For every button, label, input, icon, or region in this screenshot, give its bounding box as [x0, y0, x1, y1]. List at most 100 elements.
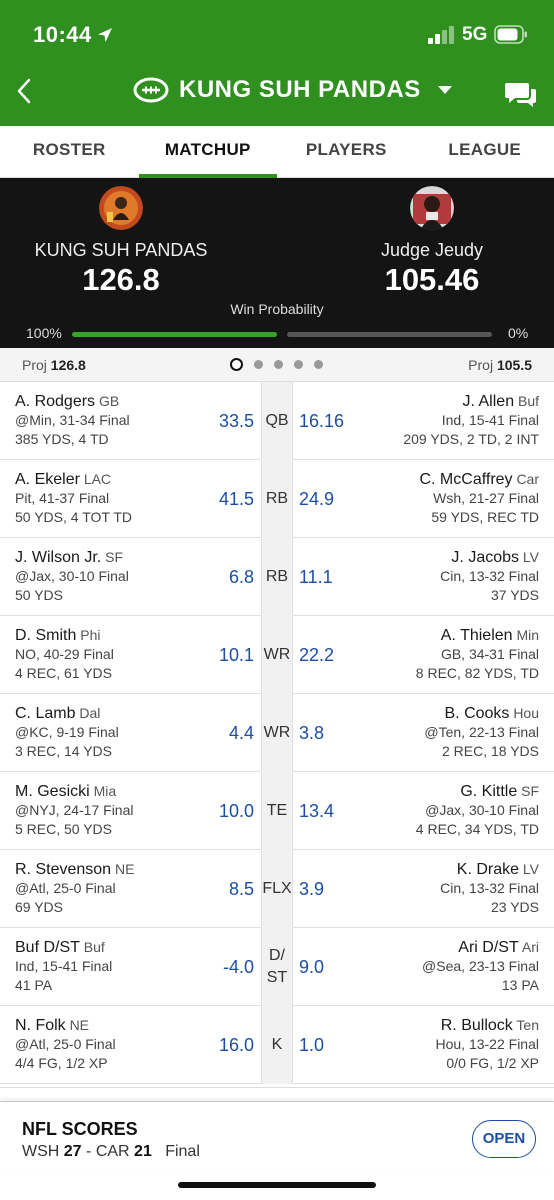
lineup-row: A. Ekeler LAC Pit, 41-37 Final 50 YDS, 4… [0, 460, 554, 538]
player-name: Buf D/ST [15, 939, 80, 956]
home-player[interactable]: A. Rodgers GB @Min, 31-34 Final 385 YDS,… [15, 392, 130, 449]
away-player-points: 24.9 [299, 489, 335, 509]
away-player[interactable]: J. Allen Buf Ind, 15-41 Final 209 YDS, 2… [403, 392, 539, 449]
away-team-name: Judge Jeudy [380, 240, 484, 260]
home-projection: Proj 126.8 [22, 357, 86, 373]
page-dot[interactable] [230, 358, 243, 371]
player-name: D. Smith [15, 627, 77, 644]
away-team-abbr: WSH [22, 1143, 60, 1160]
home-player[interactable]: M. Gesicki Mia @NYJ, 24-17 Final 5 REC, … [15, 782, 133, 839]
football-icon [133, 77, 169, 103]
away-player[interactable]: G. Kittle SF @Jax, 30-10 Final 4 REC, 34… [416, 782, 539, 839]
tab-league[interactable]: LEAGUE [416, 126, 554, 177]
tab-roster[interactable]: ROSTER [0, 126, 139, 177]
slot-position: QB [261, 382, 293, 460]
player-stats: 23 YDS [491, 899, 539, 915]
slot-position: FLX [261, 850, 293, 928]
away-player-points: 13.4 [299, 801, 335, 821]
player-game: Cin, 13-32 Final [440, 568, 539, 584]
player-team: Dal [79, 705, 101, 721]
player-name: K. Drake [456, 861, 520, 878]
slot-position: K [261, 1006, 293, 1084]
page-dot[interactable] [254, 360, 263, 369]
away-player-points: 3.9 [299, 879, 325, 899]
home-player-points: 8.5 [228, 879, 254, 899]
back-chevron-icon[interactable] [14, 76, 36, 106]
away-player-points: 11.1 [299, 567, 333, 587]
away-projection-value: 105.5 [496, 357, 532, 373]
player-stats: 13 PA [501, 977, 539, 993]
player-game: Hou, 13-22 Final [435, 1036, 539, 1052]
player-game: @Atl, 25-0 Final [15, 1036, 116, 1052]
home-win-percent: 100% [26, 325, 62, 341]
chat-bubble-icon[interactable] [505, 80, 537, 108]
battery-icon [494, 25, 527, 44]
home-player[interactable]: D. Smith Phi NO, 40-29 Final 4 REC, 61 Y… [15, 626, 114, 683]
home-player-points: -4.0 [222, 957, 254, 977]
location-arrow-icon [98, 28, 112, 42]
away-player[interactable]: C. McCaffrey Car Wsh, 21-27 Final 59 YDS… [419, 470, 539, 527]
player-stats: 3 REC, 14 YDS [15, 743, 113, 759]
player-stats: 4 REC, 34 YDS, TD [415, 821, 539, 837]
home-projection-value: 126.8 [50, 357, 86, 373]
player-team: Phi [80, 627, 101, 643]
away-team-avatar[interactable] [410, 186, 454, 230]
player-stats: 69 YDS [15, 899, 63, 915]
home-player-points: 4.4 [228, 723, 254, 743]
home-indicator[interactable] [178, 1182, 376, 1188]
away-player[interactable]: J. Jacobs LV Cin, 13-32 Final 37 YDS [440, 548, 539, 605]
open-scores-button[interactable]: OPEN [472, 1120, 536, 1158]
page-indicator[interactable] [230, 358, 323, 371]
player-name: J. Jacobs [451, 549, 520, 566]
player-stats: 385 YDS, 4 TD [15, 431, 109, 447]
lineup-row: N. Folk NE @Atl, 25-0 Final 4/4 FG, 1/2 … [0, 1006, 554, 1084]
tab-players[interactable]: PLAYERS [277, 126, 416, 177]
player-team: Car [516, 471, 539, 487]
away-player[interactable]: A. Thielen Min GB, 34-31 Final 8 REC, 82… [416, 626, 539, 683]
player-stats: 0/0 FG, 1/2 XP [446, 1055, 539, 1071]
status-time: 10:44 [33, 22, 92, 47]
home-team-avatar[interactable] [99, 186, 143, 230]
player-game: Cin, 13-32 Final [440, 880, 539, 896]
lineup-row: D. Smith Phi NO, 40-29 Final 4 REC, 61 Y… [0, 616, 554, 694]
home-player[interactable]: R. Stevenson NE @Atl, 25-0 Final 69 YDS [15, 860, 134, 917]
next-row-peek [0, 1087, 554, 1101]
away-player[interactable]: K. Drake LV Cin, 13-32 Final 23 YDS [440, 860, 539, 917]
home-team-score: 21 [134, 1143, 152, 1160]
page-dot[interactable] [314, 360, 323, 369]
home-player[interactable]: A. Ekeler LAC Pit, 41-37 Final 50 YDS, 4… [15, 470, 132, 527]
player-game: @KC, 9-19 Final [15, 724, 119, 740]
player-stats: 41 PA [15, 977, 53, 993]
lineup-row: R. Stevenson NE @Atl, 25-0 Final 69 YDS … [0, 850, 554, 928]
score-line[interactable]: WSH 27 - CAR 21 Final [22, 1143, 200, 1161]
player-stats: 50 YDS, 4 TOT TD [15, 509, 132, 525]
player-game: @Min, 31-34 Final [15, 412, 130, 428]
tab-matchup[interactable]: MATCHUP [138, 126, 278, 178]
home-player[interactable]: Buf D/ST Buf Ind, 15-41 Final 41 PA [15, 938, 112, 995]
home-player[interactable]: J. Wilson Jr. SF @Jax, 30-10 Final 50 YD… [15, 548, 129, 605]
player-game: @Sea, 23-13 Final [422, 958, 539, 974]
team-switcher[interactable]: KUNG SUH PANDAS [133, 76, 453, 104]
away-player[interactable]: R. Bullock Ten Hou, 13-22 Final 0/0 FG, … [435, 1016, 539, 1073]
player-team: Ari [521, 939, 539, 955]
player-name: C. Lamb [15, 705, 76, 722]
player-name: G. Kittle [460, 783, 518, 800]
away-player[interactable]: Ari D/ST Ari @Sea, 23-13 Final 13 PA [422, 938, 539, 995]
player-game: Pit, 41-37 Final [15, 490, 110, 506]
lineup-row: Buf D/ST Buf Ind, 15-41 Final 41 PA -4.0… [0, 928, 554, 1006]
slot-position: RB [261, 460, 293, 538]
team-name-title: KUNG SUH PANDAS [179, 76, 421, 103]
page-dot[interactable] [274, 360, 283, 369]
player-stats: 5 REC, 50 YDS [15, 821, 113, 837]
lineup-row: C. Lamb Dal @KC, 9-19 Final 3 REC, 14 YD… [0, 694, 554, 772]
home-team-name: KUNG SUH PANDAS [34, 240, 208, 260]
home-player[interactable]: C. Lamb Dal @KC, 9-19 Final 3 REC, 14 YD… [15, 704, 119, 761]
slot-position: WR [261, 616, 293, 694]
away-player[interactable]: B. Cooks Hou @Ten, 22-13 Final 2 REC, 18… [424, 704, 539, 761]
page-dot[interactable] [294, 360, 303, 369]
game-state: Final [165, 1143, 200, 1160]
player-name: R. Stevenson [15, 861, 112, 878]
away-player-points: 16.16 [299, 411, 345, 431]
player-name: A. Thielen [440, 627, 513, 644]
home-player[interactable]: N. Folk NE @Atl, 25-0 Final 4/4 FG, 1/2 … [15, 1016, 116, 1073]
